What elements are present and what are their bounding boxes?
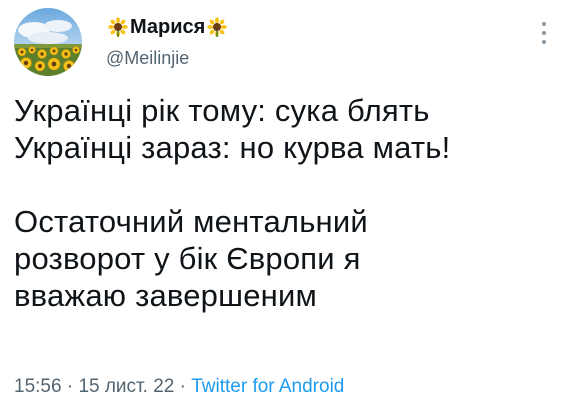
tweet-line: Українці зараз: но курва мать!	[14, 130, 451, 165]
tweet-line: Українці рік тому: сука блять	[14, 93, 430, 128]
meta-separator: ·	[61, 376, 79, 397]
tweet-line: вважаю завершеним	[14, 278, 317, 313]
meta-separator: ·	[174, 376, 192, 397]
more-options-icon[interactable]	[539, 22, 549, 50]
user-handle[interactable]: @Meilinjie	[106, 48, 229, 69]
tweet-source-link[interactable]: Twitter for Android	[191, 376, 344, 397]
tweet-header: Марися @Meilinjie	[14, 8, 559, 78]
sunflower-icon	[207, 17, 228, 37]
tweet-metadata: 15:56 · 15 лист. 22 · Twitter for Androi…	[14, 376, 344, 398]
sunflower-icon	[108, 17, 128, 37]
tweet-text: Українці рік тому: сука блять Українці з…	[14, 92, 559, 314]
tweet-date[interactable]: 15 лист. 22	[78, 376, 174, 397]
tweet-time[interactable]: 15:56	[14, 376, 62, 397]
display-name-row[interactable]: Марися	[106, 14, 229, 40]
author-names: Марися @Meilinjie	[106, 14, 229, 69]
tweet-line: Остаточний ментальний	[14, 204, 368, 239]
display-name: Марися	[130, 15, 206, 38]
tweet: Марися @Meilinjie Українці рік тому: сук…	[0, 0, 573, 412]
avatar[interactable]	[14, 8, 82, 76]
tweet-line: розворот у бік Європи я	[14, 241, 361, 276]
